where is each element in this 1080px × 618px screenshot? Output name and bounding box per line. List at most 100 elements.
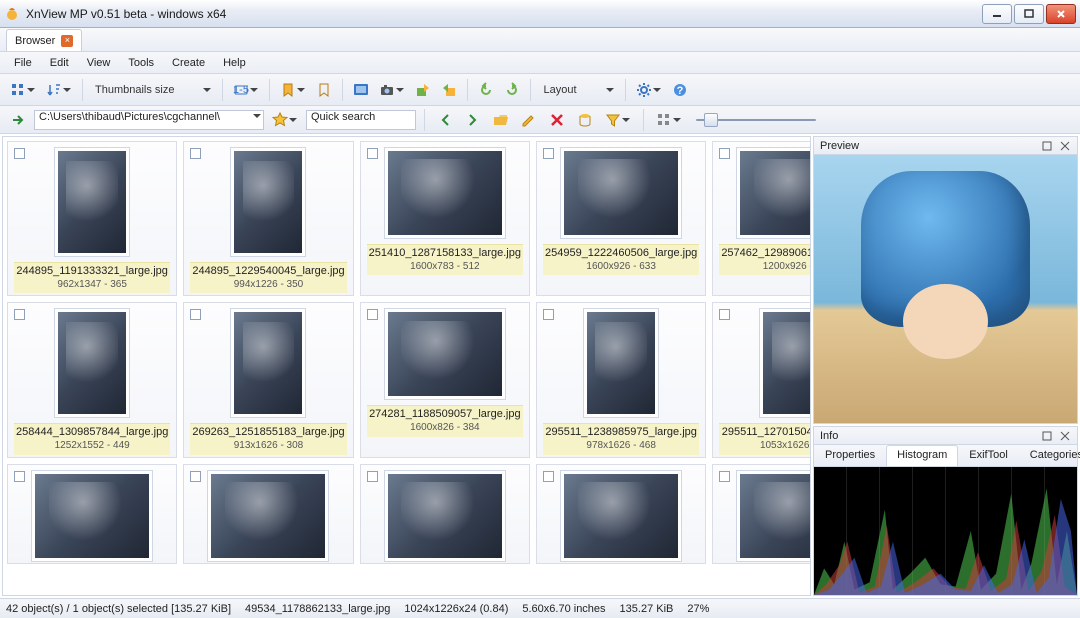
arrow-left-icon [437,112,453,128]
menu-create[interactable]: Create [164,55,213,71]
thumbnail-checkbox[interactable] [367,148,378,159]
delete-button[interactable] [545,108,569,132]
help-button[interactable]: ? [668,78,692,102]
thumbnail-checkbox[interactable] [719,471,730,482]
panel-close-icon[interactable] [1059,140,1071,152]
maximize-button[interactable] [1014,4,1044,24]
thumbnail[interactable] [360,464,530,564]
thumbnail-image [760,309,810,417]
menu-file[interactable]: File [6,55,40,71]
tab-browser[interactable]: Browser × [6,29,82,51]
thumbnail[interactable] [183,464,353,564]
zoom-grid-button[interactable] [652,108,686,132]
thumbnail-checkbox[interactable] [190,148,201,159]
thumbnail-image [737,148,810,238]
main-toolbar: Thumbnails size 1-5 Layout ? [0,74,1080,106]
preview-image[interactable] [814,155,1077,423]
tab-label: Browser [15,35,55,47]
thumbnail-image [32,471,152,561]
bookmark-add-button[interactable] [276,78,310,102]
zoom-slider[interactable] [696,117,816,123]
database-button[interactable] [573,108,597,132]
thumbnail-grid[interactable]: 244895_1191333321_large.jpg962x1347 - 36… [3,137,810,595]
minimize-button[interactable] [982,4,1012,24]
tab-close-icon[interactable]: × [61,35,73,47]
menu-edit[interactable]: Edit [42,55,77,71]
preview-panel: Preview [813,136,1078,424]
gear-icon [636,82,652,98]
pencil-icon [521,112,537,128]
thumbnail[interactable]: 269263_1251855183_large.jpg913x1626 - 30… [183,302,353,457]
nav-go-button[interactable] [6,108,30,132]
thumbnail-checkbox[interactable] [543,471,554,482]
thumbnail-filename: 244895_1191333321_large.jpg [16,265,168,279]
info-title: Info [820,430,838,442]
thumbnail-checkbox[interactable] [719,309,730,320]
layout-button[interactable] [585,78,619,102]
acquire-button[interactable] [375,78,409,102]
thumbnail-checkbox[interactable] [190,309,201,320]
thumbnail-checkbox[interactable] [14,148,25,159]
thumbnail[interactable] [712,464,810,564]
path-text: C:\Users\thibaud\Pictures\cgchannel\ [39,111,220,123]
nav-forward-button[interactable] [461,108,485,132]
search-input[interactable]: Quick search [306,110,416,130]
undock-icon[interactable] [1041,140,1053,152]
slider-thumb[interactable] [704,113,718,127]
view-mode-button[interactable] [6,78,40,102]
select-range-button[interactable]: 1-5 [229,78,263,102]
menu-tools[interactable]: Tools [120,55,162,71]
tab-properties[interactable]: Properties [814,445,886,466]
thumbnail[interactable] [7,464,177,564]
thumbnail-image [737,471,810,561]
thumbnail-dimensions: 1053x1626 - 466 [721,440,810,453]
thumbnail[interactable]: 274281_1188509057_large.jpg1600x826 - 38… [360,302,530,457]
thumbnail-dimensions: 1600x783 - 512 [369,261,521,274]
rotate-left-button[interactable] [474,78,498,102]
thumbnail[interactable]: 295511_1270150440_large.jpg1053x1626 - 4… [712,302,810,457]
thumbnail[interactable]: 244895_1229540045_large.jpg994x1226 - 35… [183,141,353,296]
thumbnail-checkbox[interactable] [367,471,378,482]
thumbnail-checkbox[interactable] [367,309,378,320]
close-button[interactable] [1046,4,1076,24]
undock-icon[interactable] [1041,430,1053,442]
thumbnail[interactable]: 244895_1191333321_large.jpg962x1347 - 36… [7,141,177,296]
tab-categories[interactable]: Categories [1019,445,1080,466]
thumbnail-checkbox[interactable] [14,471,25,482]
import-button[interactable] [437,78,461,102]
open-folder-button[interactable] [489,108,513,132]
thumbnail[interactable] [536,464,706,564]
thumbnail[interactable]: 295511_1238985975_large.jpg978x1626 - 46… [536,302,706,457]
menu-help[interactable]: Help [215,55,254,71]
thumbnail-checkbox[interactable] [14,309,25,320]
rotate-right-button[interactable] [500,78,524,102]
panel-close-icon[interactable] [1059,430,1071,442]
thumbnail[interactable]: 254959_1222460506_large.jpg1600x926 - 63… [536,141,706,296]
export-button[interactable] [411,78,435,102]
path-input[interactable]: C:\Users\thibaud\Pictures\cgchannel\ [34,110,264,130]
thumbnail-dimensions: 978x1626 - 468 [545,440,697,453]
status-objects: 42 object(s) / 1 object(s) selected [135… [6,603,231,615]
thumbnail[interactable]: 258444_1309857844_large.jpg1252x1552 - 4… [7,302,177,457]
thumbnail-checkbox[interactable] [719,148,730,159]
favorites-button[interactable] [268,108,302,132]
thumbnail[interactable]: 251410_1287158133_large.jpg1600x783 - 51… [360,141,530,296]
thumbnail-checkbox[interactable] [190,471,201,482]
thumbnail-image [561,148,681,238]
tab-exiftool[interactable]: ExifTool [958,445,1019,466]
tab-histogram[interactable]: Histogram [886,445,958,466]
bookmark-list-button[interactable] [312,78,336,102]
preview-title: Preview [820,140,859,152]
thumbnail-checkbox[interactable] [543,309,554,320]
thumbnail-checkbox[interactable] [543,148,554,159]
edit-button[interactable] [517,108,541,132]
settings-button[interactable] [632,78,666,102]
fullscreen-button[interactable] [349,78,373,102]
thumbnail[interactable]: 257462_1298906142_large.jpg1200x926 - 36… [712,141,810,296]
filter-button[interactable] [601,108,635,132]
nav-back-button[interactable] [433,108,457,132]
thumbnails-size-button[interactable] [182,78,216,102]
menu-view[interactable]: View [79,55,119,71]
sort-button[interactable] [42,78,76,102]
thumbnail-filename: 274281_1188509057_large.jpg [369,408,521,422]
